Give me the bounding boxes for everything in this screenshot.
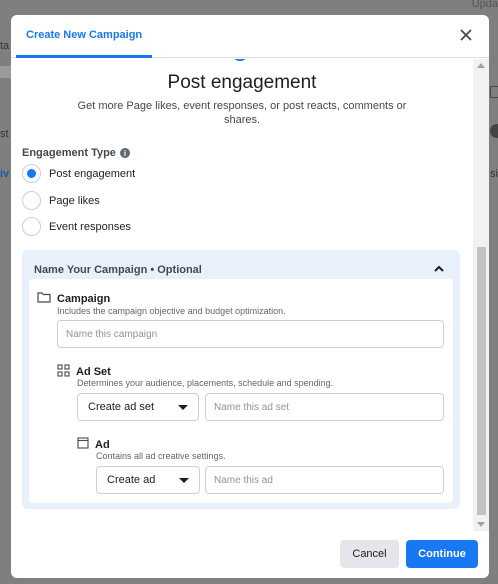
radio-label: Post engagement [49, 167, 136, 180]
ad-set-select-value: Create ad set [88, 401, 155, 413]
engagement-type-label: Engagement Type i [22, 147, 130, 159]
ad-select-value: Create ad [107, 474, 156, 486]
grid-icon [57, 364, 70, 380]
radio-label: Page likes [49, 194, 100, 207]
background-text-fragment: si [490, 168, 498, 180]
background-tab-fragment: iv [0, 168, 10, 180]
ad-set-description: Determines your audience, placements, sc… [77, 378, 334, 388]
cancel-button[interactable]: Cancel [340, 540, 399, 568]
objective-title: Post engagement [167, 72, 317, 93]
scroll-thumb[interactable] [477, 247, 486, 515]
radio-label: Event responses [49, 220, 131, 233]
objective-description: Get more Page likes, event responses, or… [77, 100, 407, 126]
close-icon[interactable] [457, 26, 475, 44]
info-icon[interactable]: i [119, 148, 130, 158]
radio-button[interactable] [22, 191, 41, 210]
campaign-label: Campaign [57, 292, 111, 305]
campaign-level-title: Campaign [37, 291, 110, 306]
folder-icon [37, 291, 51, 306]
scroll-up-icon[interactable] [477, 63, 485, 68]
campaign-name-input[interactable] [57, 320, 444, 348]
name-panel-title: Name Your Campaign • Optional [34, 264, 202, 276]
ad-level-title: Ad [77, 437, 110, 452]
ad-icon [77, 437, 89, 452]
background-toggle [490, 124, 498, 138]
background-update-text: Upda [471, 0, 498, 10]
dialog-header: Create New Campaign [11, 15, 489, 58]
ad-select[interactable]: Create ad [96, 466, 200, 494]
radio-button[interactable] [22, 217, 41, 236]
caret-down-icon [179, 477, 189, 483]
ad-label: Ad [95, 438, 110, 451]
ad-set-label: Ad Set [76, 366, 111, 378]
radio-page-likes[interactable]: Page likes [22, 191, 100, 210]
background-text-fragment: ta [0, 40, 10, 52]
ad-set-select[interactable]: Create ad set [77, 393, 199, 421]
campaign-description: Includes the campaign objective and budg… [57, 306, 286, 316]
background-text-fragment: st [0, 128, 9, 140]
ad-name-input[interactable] [205, 466, 444, 494]
radio-button-checked[interactable] [22, 164, 41, 183]
scrollbar[interactable] [473, 59, 489, 531]
name-campaign-panel: Name Your Campaign • Optional Campaign I… [22, 250, 460, 509]
scroll-down-icon[interactable] [477, 522, 485, 527]
dialog-footer: Cancel Continue [11, 531, 489, 578]
tab-create-new-campaign[interactable]: Create New Campaign [16, 15, 153, 58]
continue-button[interactable]: Continue [406, 540, 478, 568]
background-icon [490, 86, 498, 98]
radio-event-responses[interactable]: Event responses [22, 217, 131, 236]
radio-post-engagement[interactable]: Post engagement [22, 164, 135, 183]
ad-set-name-input[interactable] [205, 393, 444, 421]
caret-down-icon [178, 404, 188, 410]
engagement-type-text: Engagement Type [22, 147, 116, 159]
objective-icon [231, 59, 249, 61]
ad-description: Contains all ad creative settings. [96, 451, 226, 461]
create-campaign-dialog: Create New Campaign Post engagement Get … [11, 15, 489, 578]
dialog-body[interactable]: Post engagement Get more Page likes, eve… [11, 59, 489, 531]
chevron-up-icon[interactable] [432, 262, 446, 276]
name-panel-body: Campaign Includes the campaign objective… [29, 279, 453, 503]
